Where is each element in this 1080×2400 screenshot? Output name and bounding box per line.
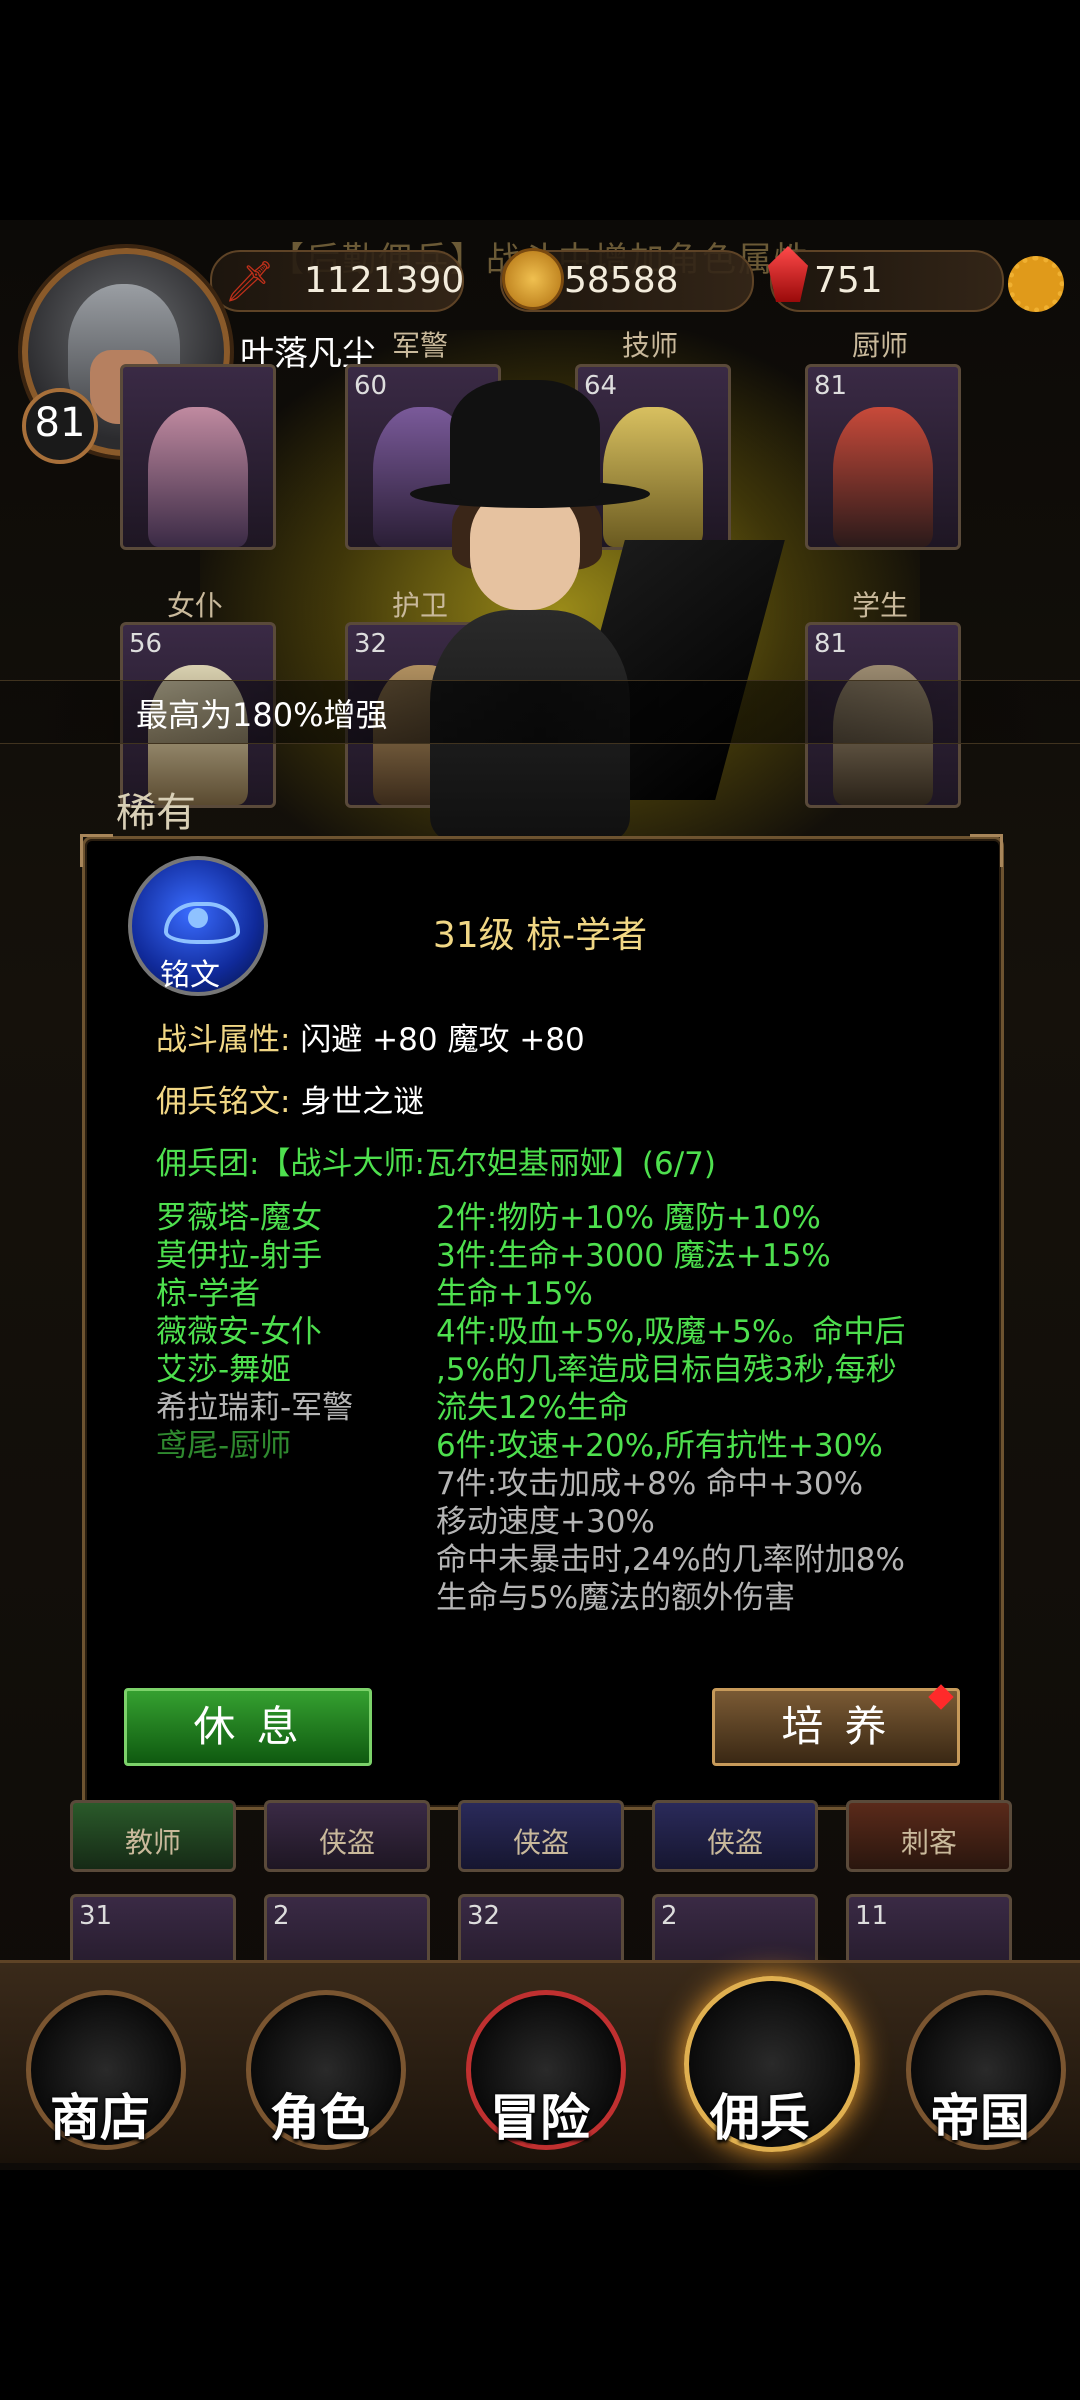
set-bonus-line: 生命与5%魔法的额外伤害 [436, 1580, 796, 1616]
panel-corner [80, 834, 113, 867]
nav-mercenary-label[interactable]: 佣兵 [660, 2078, 860, 2150]
train-button[interactable]: 培 养 [712, 1688, 960, 1766]
gold-coin-icon [502, 248, 564, 310]
featured-mercenary-illustration [390, 380, 785, 840]
gem-value: 751 [814, 260, 883, 301]
top-hat [450, 380, 600, 500]
card-level: 81 [814, 629, 848, 659]
card-level: 56 [129, 629, 163, 659]
card-class-label: 侠盗 [318, 1826, 375, 1859]
card-class-label: 女仆 [166, 589, 223, 622]
card-level: 32 [354, 629, 388, 659]
member-item: 鸢尾-厨师 [156, 1428, 292, 1464]
mercenary-card[interactable]: 教师 [70, 1800, 236, 1872]
panel-corner [970, 834, 1003, 867]
nav-shop-label[interactable]: 商店 [0, 2078, 200, 2150]
settings-gear-icon[interactable] [1008, 256, 1064, 312]
corps-value: 【战斗大师:瓦尔妲基丽娅】(6/7) [259, 1146, 716, 1182]
card-level: 2 [661, 1901, 678, 1931]
gold-value: 58588 [564, 260, 679, 301]
power-bar: 🗡 1121390 [210, 250, 464, 312]
inscription-row: 佣兵铭文: 身世之谜 [156, 1076, 424, 1121]
corps-label: 佣兵团: [156, 1146, 260, 1182]
card-class-label: 学生 [851, 589, 908, 622]
rarity-label: 稀有 [116, 790, 196, 836]
card-level: 2 [273, 1901, 290, 1931]
nav-adventure-label[interactable]: 冒险 [440, 2078, 640, 2150]
mercenary-card[interactable]: 刺客 [846, 1800, 1012, 1872]
corps-row: 佣兵团:【战斗大师:瓦尔妲基丽娅】(6/7) [156, 1138, 716, 1183]
card-level: 32 [467, 1901, 501, 1931]
player-level-badge: 81 [22, 388, 98, 464]
card-class-label: 军警 [391, 329, 448, 362]
card-class-label: 厨师 [851, 329, 908, 362]
mercenary-card[interactable]: 侠盗 [458, 1800, 624, 1872]
mercenary-card[interactable] [120, 364, 276, 550]
gem-bar: 751 [768, 246, 1004, 312]
inscription-label: 佣兵铭文: [156, 1084, 291, 1120]
mercenary-card[interactable]: 81 [805, 364, 961, 550]
card-level: 60 [354, 371, 388, 401]
mercenary-card[interactable]: 侠盗 [652, 1800, 818, 1872]
card-class-label: 教师 [124, 1826, 181, 1859]
card-level: 11 [855, 1901, 889, 1931]
combat-value: 闪避 +80 魔攻 +80 [300, 1022, 585, 1058]
combat-label: 战斗属性: [156, 1022, 291, 1058]
card-portrait [148, 407, 248, 547]
mercenary-title: 31级 椋-学者 [432, 915, 648, 956]
rest-button[interactable]: 休 息 [124, 1688, 372, 1766]
face [470, 490, 580, 610]
game-screen: 【后勤佣兵】战斗中增加角色属性 🗡 1121390 58588 751 81 叶… [0, 0, 1080, 2400]
card-class-label: 侠盗 [706, 1826, 763, 1859]
power-value: 1121390 [304, 260, 465, 301]
sword-icon: 🗡 [224, 259, 275, 305]
nav-empire-label[interactable]: 帝国 [880, 2078, 1080, 2150]
card-class-label: 技师 [621, 329, 678, 362]
inscription-value: 身世之谜 [300, 1084, 425, 1120]
combat-attributes-row: 战斗属性: 闪避 +80 魔攻 +80 [156, 1014, 585, 1059]
mercenary-card[interactable]: 侠盗 [264, 1800, 430, 1872]
tip-text: 最高为180%增强 [136, 696, 388, 734]
card-level: 81 [814, 371, 848, 401]
nav-character-label[interactable]: 角色 [220, 2078, 420, 2150]
card-portrait [833, 407, 933, 547]
card-level: 31 [79, 1901, 113, 1931]
card-class-label: 刺客 [900, 1826, 957, 1859]
card-class-label: 侠盗 [512, 1826, 569, 1859]
gold-bar: 58588 [500, 248, 754, 312]
